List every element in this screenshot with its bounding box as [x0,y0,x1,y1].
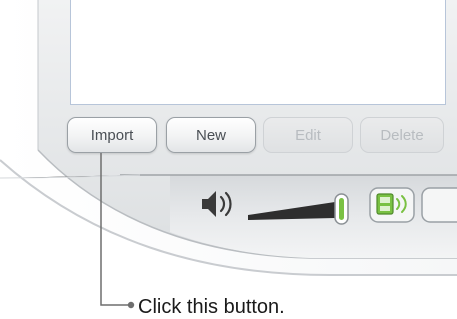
device-window: Import New Edit Delete Click this button… [0,0,457,319]
callout-pointer [100,153,135,309]
callout-label: Click this button. [138,296,285,318]
